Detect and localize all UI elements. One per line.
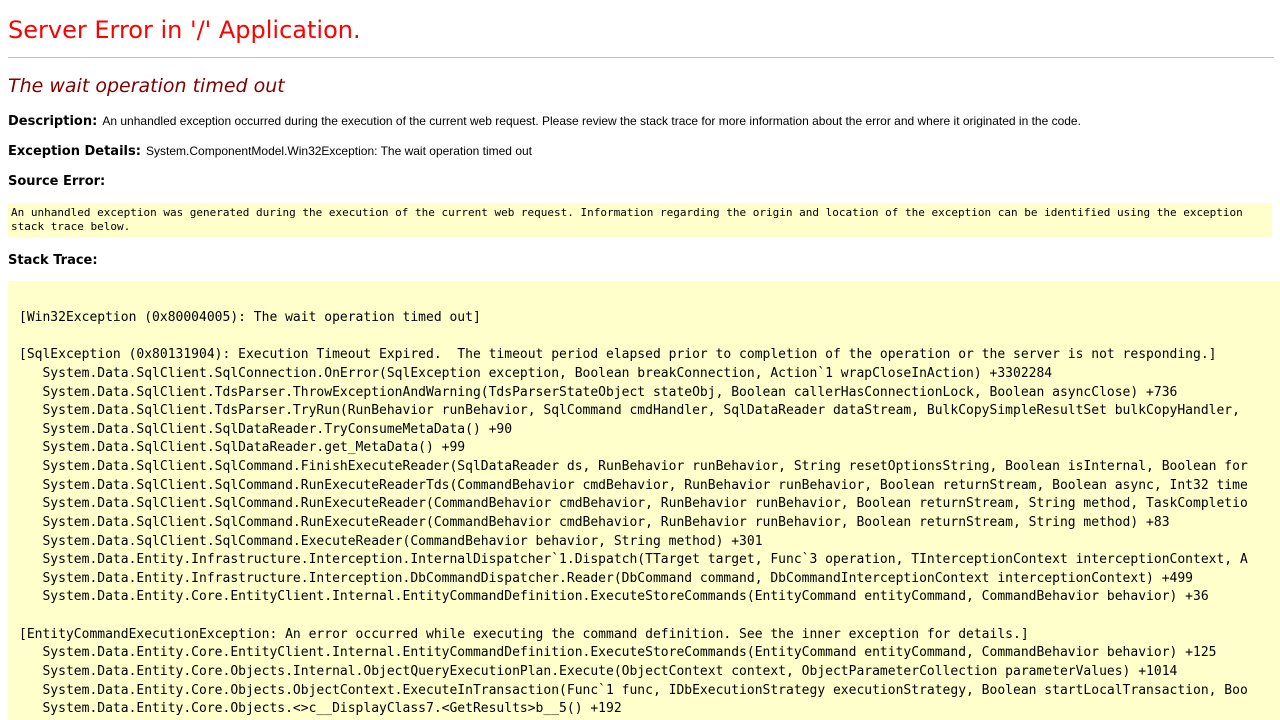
stack-trace-line: System.Data.Entity.Core.Objects.Internal… [19, 663, 1178, 679]
error-subtitle: The wait operation timed out [8, 75, 285, 97]
stack-trace-line: [SqlException (0x80131904): Execution Ti… [19, 347, 1217, 363]
error-page: Server Error in '/' Application. The wai… [0, 0, 1280, 720]
source-error-box: An unhandled exception was generated dur… [8, 203, 1272, 237]
stack-trace-line: [EntityCommandExecutionException: An err… [19, 626, 1029, 642]
exception-details-text: System.ComponentModel.Win32Exception: Th… [146, 144, 532, 158]
stack-trace-line: System.Data.SqlClient.SqlCommand.RunExec… [19, 477, 1248, 493]
stack-trace-line: System.Data.Entity.Core.EntityClient.Int… [19, 589, 1209, 605]
description-label: Description: [8, 114, 98, 129]
exception-details-label: Exception Details: [8, 144, 141, 159]
stack-trace-line: System.Data.Entity.Core.Objects.ObjectCo… [19, 682, 1248, 698]
stack-trace-line: System.Data.SqlClient.SqlCommand.Execute… [19, 533, 763, 549]
stack-trace-line: System.Data.SqlClient.SqlCommand.RunExec… [19, 514, 1170, 530]
source-error-row: Source Error: [8, 171, 105, 191]
stack-trace-row: Stack Trace: [8, 250, 98, 270]
stack-trace-line: System.Data.Entity.Core.EntityClient.Int… [19, 645, 1217, 661]
description-text: An unhandled exception occurred during t… [102, 114, 1081, 128]
stack-trace-line: System.Data.Entity.Core.Objects.<>c__Dis… [19, 701, 622, 717]
exception-details-row: Exception Details: System.ComponentModel… [8, 141, 532, 161]
stack-trace-line: System.Data.Entity.Infrastructure.Interc… [19, 552, 1248, 568]
stack-trace-box: [Win32Exception (0x80004005): The wait o… [8, 281, 1280, 720]
stack-trace-line [19, 328, 1248, 347]
stack-trace-line: System.Data.SqlClient.TdsParser.ThrowExc… [19, 384, 1178, 400]
stack-trace-line [19, 607, 1248, 626]
page-title: Server Error in '/' Application. [8, 16, 361, 44]
stack-trace-line: System.Data.SqlClient.SqlCommand.FinishE… [19, 459, 1248, 474]
stack-trace-label: Stack Trace: [8, 253, 98, 268]
stack-trace-line: System.Data.SqlClient.SqlConnection.OnEr… [19, 365, 1053, 381]
stack-trace-line: [Win32Exception (0x80004005): The wait o… [19, 310, 481, 325]
source-error-label: Source Error: [8, 174, 106, 189]
stack-trace-line: System.Data.SqlClient.SqlCommand.RunExec… [19, 496, 1248, 512]
description-row: Description: An unhandled exception occu… [8, 111, 1081, 131]
stack-trace-lines: [Win32Exception (0x80004005): The wait o… [19, 309, 1248, 719]
stack-trace-line: System.Data.Entity.Infrastructure.Interc… [19, 570, 1193, 586]
source-error-text: An unhandled exception was generated dur… [11, 206, 1250, 233]
stack-trace-line: System.Data.SqlClient.TdsParser.TryRun(R… [19, 403, 1240, 419]
stack-trace-line: System.Data.SqlClient.SqlDataReader.get_… [19, 440, 466, 456]
stack-trace-line: System.Data.SqlClient.SqlDataReader.TryC… [19, 421, 513, 437]
title-divider [8, 57, 1274, 58]
